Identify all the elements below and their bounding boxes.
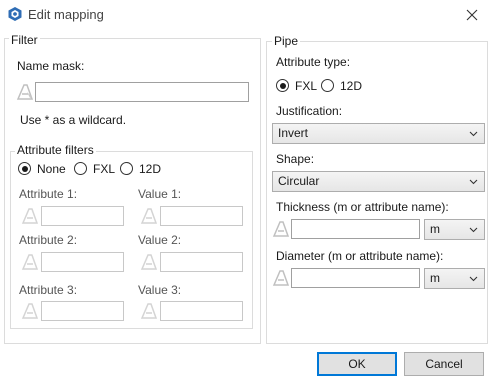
attribute-picker-icon bbox=[21, 208, 39, 224]
attribute-2-label: Attribute 2: bbox=[19, 233, 78, 247]
value-3-input[interactable] bbox=[160, 301, 243, 321]
attribute-3-label: Attribute 3: bbox=[19, 283, 78, 297]
thickness-input[interactable] bbox=[291, 219, 420, 239]
chevron-down-icon bbox=[469, 131, 478, 137]
chevron-down-icon bbox=[469, 227, 478, 233]
attribute-picker-icon bbox=[21, 303, 39, 319]
radio-pipe-fxl-label: FXL bbox=[295, 79, 318, 93]
chevron-down-icon bbox=[469, 276, 478, 282]
name-mask-input[interactable] bbox=[35, 82, 249, 102]
radio-fxl-label: FXL bbox=[93, 162, 116, 176]
justification-label: Justification: bbox=[276, 104, 343, 118]
pipe-group-title: Pipe bbox=[272, 34, 301, 48]
shape-dropdown[interactable]: Circular bbox=[272, 171, 485, 192]
radio-fxl[interactable] bbox=[74, 162, 87, 175]
value-1-label: Value 1: bbox=[138, 187, 182, 201]
shape-value: Circular bbox=[278, 174, 320, 188]
name-mask-label: Name mask: bbox=[17, 59, 85, 73]
radio-pipe-12d-label: 12D bbox=[340, 79, 363, 93]
attribute-picker-icon[interactable] bbox=[15, 82, 35, 102]
diameter-unit-value: m bbox=[430, 271, 440, 285]
title-bar: Edit mapping bbox=[0, 0, 491, 30]
diameter-unit-dropdown[interactable]: m bbox=[424, 268, 485, 289]
thickness-unit-dropdown[interactable]: m bbox=[424, 219, 485, 240]
value-1-input[interactable] bbox=[160, 206, 243, 226]
attribute-1-input[interactable] bbox=[41, 206, 124, 226]
attribute-1-label: Attribute 1: bbox=[19, 187, 78, 201]
filter-group-title: Filter bbox=[9, 33, 40, 47]
value-2-input[interactable] bbox=[160, 252, 243, 272]
attribute-picker-icon bbox=[140, 254, 158, 270]
cancel-button[interactable]: Cancel bbox=[404, 352, 484, 376]
thickness-unit-value: m bbox=[430, 222, 440, 236]
attribute-picker-icon bbox=[140, 208, 158, 224]
radio-none-label: None bbox=[37, 162, 66, 176]
close-button[interactable] bbox=[457, 2, 487, 28]
thickness-label: Thickness (m or attribute name): bbox=[276, 200, 449, 214]
radio-pipe-fxl[interactable] bbox=[276, 79, 289, 92]
window-title: Edit mapping bbox=[28, 7, 104, 22]
attribute-type-label: Attribute type: bbox=[276, 55, 351, 69]
radio-pipe-12d[interactable] bbox=[321, 79, 334, 92]
value-2-label: Value 2: bbox=[138, 233, 182, 247]
justification-dropdown[interactable]: Invert bbox=[272, 123, 485, 144]
shape-label: Shape: bbox=[276, 152, 315, 166]
attribute-picker-icon[interactable] bbox=[271, 219, 291, 239]
radio-12d-label: 12D bbox=[139, 162, 162, 176]
radio-none[interactable] bbox=[18, 162, 31, 175]
attribute-picker-icon bbox=[140, 303, 158, 319]
diameter-label: Diameter (m or attribute name): bbox=[276, 249, 444, 263]
radio-12d[interactable] bbox=[120, 162, 133, 175]
attribute-picker-icon bbox=[21, 254, 39, 270]
close-icon bbox=[466, 9, 478, 21]
justification-value: Invert bbox=[278, 126, 309, 140]
attribute-2-input[interactable] bbox=[41, 252, 124, 272]
ok-button[interactable]: OK bbox=[317, 352, 397, 376]
attribute-picker-icon[interactable] bbox=[271, 268, 291, 288]
diameter-input[interactable] bbox=[291, 268, 420, 288]
attribute-filters-title: Attribute filters bbox=[15, 143, 96, 157]
attribute-3-input[interactable] bbox=[41, 301, 124, 321]
wildcard-hint: Use * as a wildcard. bbox=[20, 113, 127, 127]
value-3-label: Value 3: bbox=[138, 283, 182, 297]
app-logo-icon bbox=[8, 7, 22, 21]
chevron-down-icon bbox=[469, 179, 478, 185]
